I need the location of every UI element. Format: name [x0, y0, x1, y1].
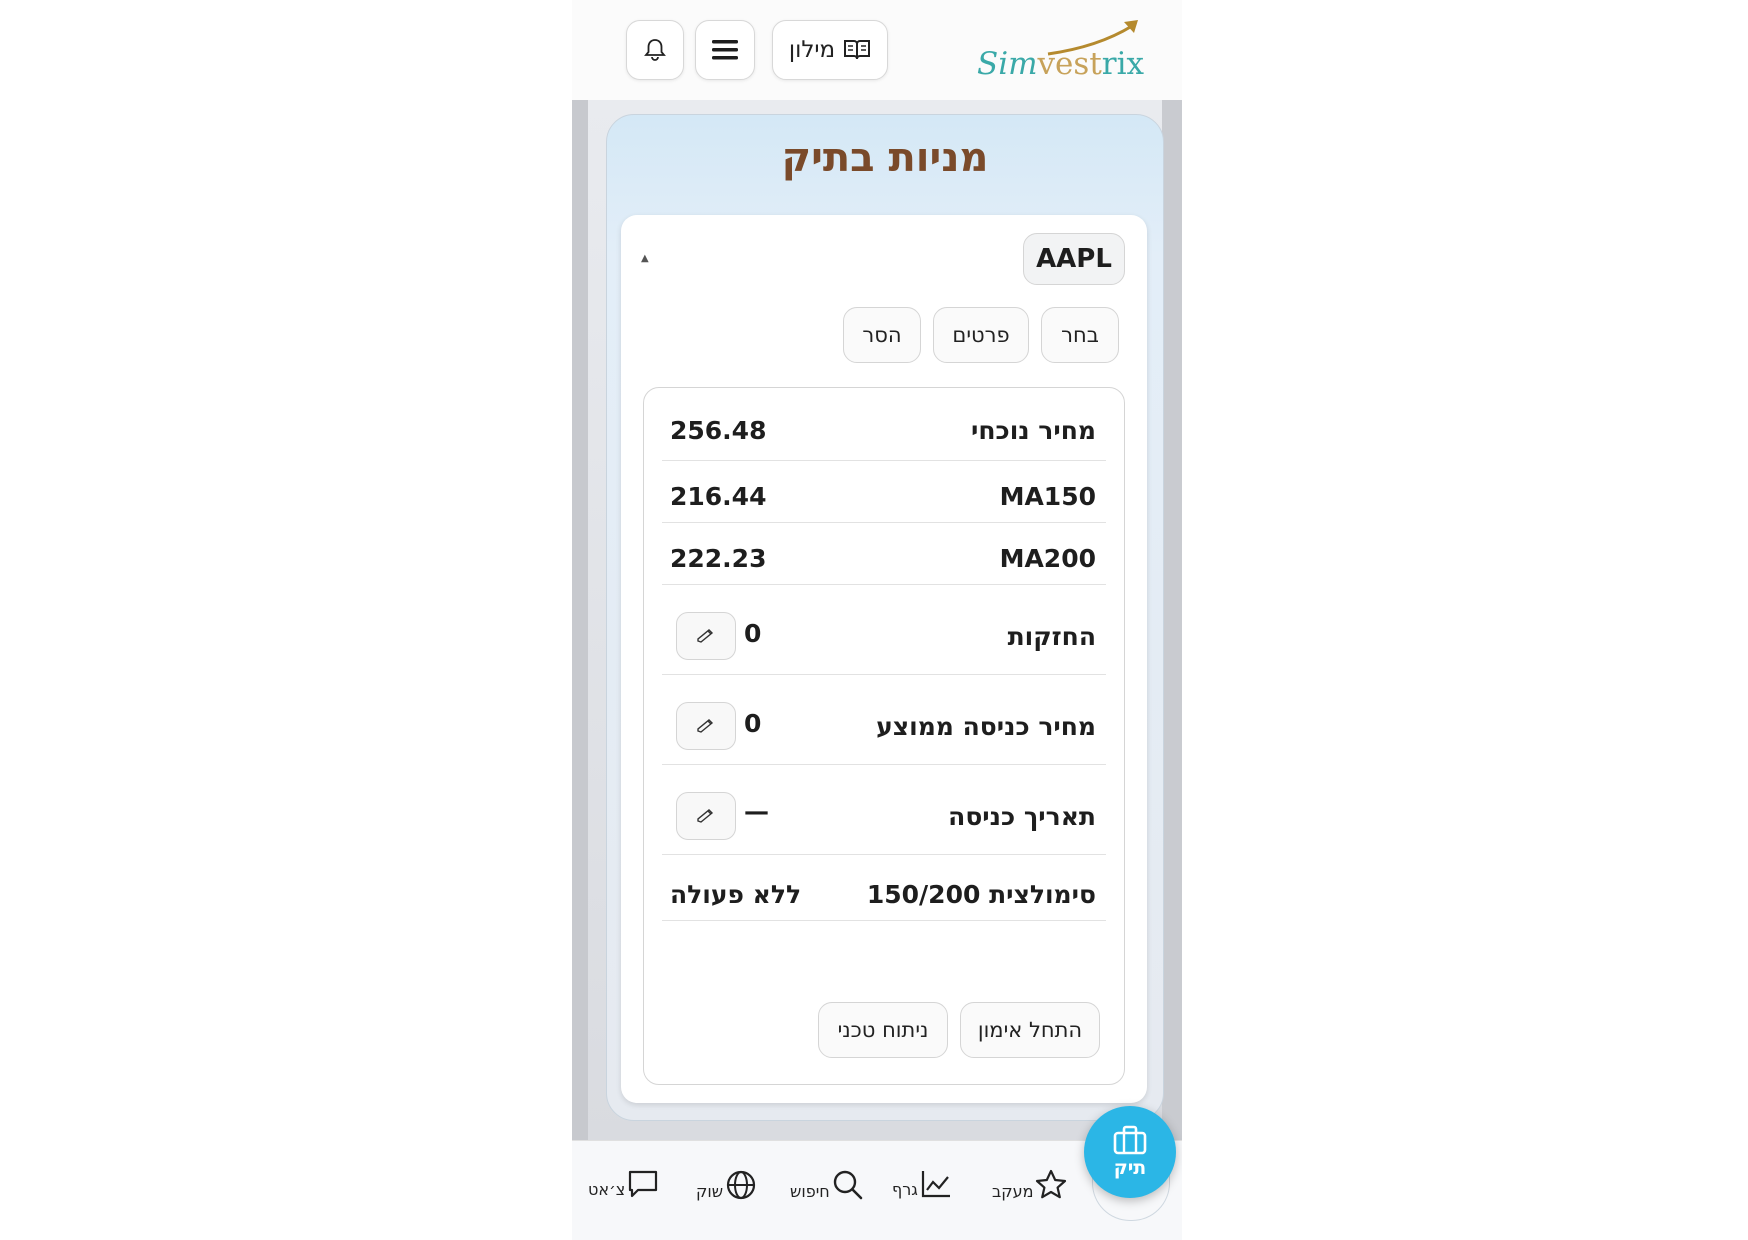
simvestrix-logo[interactable]: Simvestrix — [974, 18, 1144, 84]
bell-icon — [644, 39, 666, 61]
ma150-value: 216.44 — [670, 482, 767, 511]
holdings-value: 0 — [744, 619, 762, 648]
logo-text-rix: rix — [1101, 46, 1144, 82]
pencil-icon — [697, 629, 714, 643]
entry-date-label: תאריך כניסה — [948, 802, 1096, 831]
hamburger-icon — [712, 40, 738, 60]
row-ma200: MA200 222.23 — [662, 522, 1106, 585]
simulation-label: סימולצית 150/200 — [866, 880, 1096, 909]
row-ma150: MA150 216.44 — [662, 460, 1106, 523]
app-screen: Simvestrix מילון מניות בתיק AAPL ▲ בחר פ… — [572, 0, 1182, 1240]
logo-text: Simvestrix — [977, 46, 1144, 82]
globe-icon — [726, 1170, 756, 1200]
scroll-shade-right — [1162, 100, 1182, 1140]
row-current-price: מחיר נוכחי 256.48 — [662, 388, 1106, 461]
simulation-value: ללא פעולה — [670, 880, 802, 909]
select-button[interactable]: בחר — [1041, 307, 1119, 363]
nav-item-chart[interactable]: גרף — [892, 1169, 952, 1199]
stock-card: AAPL ▲ בחר פרטים הסר מחיר נוכחי 256.48 M… — [621, 215, 1147, 1103]
portfolio-panel: מניות בתיק AAPL ▲ בחר פרטים הסר מחיר נוכ… — [606, 114, 1164, 1121]
ma150-label: MA150 — [999, 482, 1096, 511]
nav-item-search[interactable]: חיפוש — [790, 1169, 864, 1201]
nav-watchlist-label: מעקב — [992, 1182, 1034, 1201]
details-button[interactable]: פרטים — [933, 307, 1029, 363]
nav-item-market[interactable]: שוק — [696, 1169, 757, 1201]
notifications-button[interactable] — [626, 20, 684, 80]
nav-item-chat[interactable]: צ׳אט — [588, 1169, 659, 1199]
search-icon — [833, 1170, 863, 1200]
row-simulation: סימולצית 150/200 ללא פעולה — [662, 854, 1106, 921]
average-entry-price-label: מחיר כניסה ממוצע — [876, 712, 1096, 741]
star-icon — [1036, 1169, 1067, 1199]
pencil-icon — [697, 809, 714, 823]
collapse-toggle-icon[interactable]: ▲ — [641, 253, 649, 264]
scroll-shade-left — [572, 100, 588, 1140]
current-price-label: מחיר נוכחי — [971, 416, 1096, 445]
logo-text-sim: Sim — [977, 46, 1038, 82]
row-entry-date: תאריך כניסה — — [662, 764, 1106, 855]
current-price-value: 256.48 — [670, 416, 767, 445]
chart-line-icon — [921, 1171, 950, 1198]
dictionary-label: מילון — [788, 37, 836, 63]
remove-button[interactable]: הסר — [843, 307, 921, 363]
holdings-label: החזקות — [1007, 622, 1096, 651]
briefcase-icon — [1113, 1125, 1147, 1155]
ma200-value: 222.23 — [670, 544, 767, 573]
nav-chart-label: גרף — [892, 1180, 918, 1199]
pencil-icon — [697, 719, 714, 733]
open-book-icon — [844, 40, 871, 60]
ma200-label: MA200 — [999, 544, 1096, 573]
nav-chat-label: צ׳אט — [588, 1180, 626, 1199]
nav-item-watchlist[interactable]: מעקב — [992, 1169, 1067, 1201]
chat-bubble-icon — [629, 1170, 658, 1198]
start-training-button[interactable]: התחל אימון — [960, 1002, 1100, 1058]
fab-label: תיק — [1113, 1157, 1147, 1179]
row-holdings: החזקות 0 — [662, 584, 1106, 675]
row-average-entry-price: מחיר כניסה ממוצע 0 — [662, 674, 1106, 765]
edit-entry-date-button[interactable] — [676, 792, 736, 840]
nav-market-label: שוק — [696, 1182, 724, 1201]
top-bar: Simvestrix מילון — [572, 0, 1182, 101]
page-title: מניות בתיק — [781, 135, 989, 181]
technical-analysis-button[interactable]: ניתוח טכני — [818, 1002, 948, 1058]
average-entry-price-value: 0 — [744, 709, 762, 738]
edit-holdings-button[interactable] — [676, 612, 736, 660]
menu-button[interactable] — [695, 20, 755, 80]
portfolio-fab-button[interactable]: תיק — [1084, 1106, 1176, 1198]
logo-text-vest: vest — [1037, 46, 1102, 82]
stock-details-table: מחיר נוכחי 256.48 MA150 216.44 MA200 222… — [643, 387, 1125, 1085]
entry-date-value: — — [744, 797, 769, 826]
ticker-badge[interactable]: AAPL — [1023, 233, 1125, 285]
dictionary-button[interactable]: מילון — [772, 20, 888, 80]
edit-average-entry-price-button[interactable] — [676, 702, 736, 750]
nav-search-label: חיפוש — [790, 1182, 830, 1201]
